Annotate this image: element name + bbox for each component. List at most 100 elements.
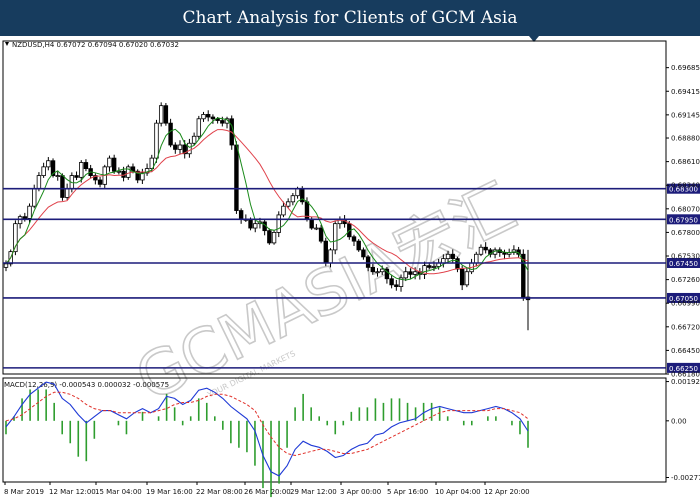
- candle-body: [445, 253, 451, 260]
- candle-body: [267, 230, 272, 244]
- candle-body: [191, 135, 197, 144]
- candle-body: [474, 253, 479, 264]
- candle-body: [285, 201, 291, 207]
- candle-body: [111, 157, 117, 172]
- candle-body: [248, 218, 253, 229]
- candle-body: [431, 266, 437, 268]
- candle-body: [403, 271, 408, 279]
- price-tick-label: 0.67260: [671, 276, 700, 284]
- candle-body: [154, 122, 159, 159]
- time-tick-label: 15 Mar 04:00: [95, 488, 142, 496]
- candle-body: [238, 210, 244, 220]
- macd-tick-label: -0.002779: [671, 474, 700, 482]
- candle-body: [97, 179, 103, 185]
- candle-body: [351, 236, 357, 242]
- candle-body: [450, 253, 455, 260]
- macd-signal-line: [5, 391, 529, 457]
- candle-body: [295, 188, 300, 197]
- candle-body: [177, 144, 183, 150]
- time-tick-label: 10 Apr 04:00: [435, 488, 481, 496]
- time-tick-label: 12 Mar 12:00: [49, 488, 96, 496]
- price-tick-label: 0.66990: [671, 300, 700, 308]
- candle-body: [27, 205, 32, 219]
- candle-body: [32, 188, 37, 207]
- candle-body: [281, 205, 286, 216]
- watermark-main: GCMASIA宏汇: [125, 170, 527, 416]
- candle-body: [276, 214, 281, 233]
- candle-body: [380, 268, 385, 273]
- symbol-header: NZDUSD,H4 0.67072 0.67094 0.67020 0.6703…: [12, 41, 179, 49]
- candle-body: [408, 271, 413, 275]
- candle-body: [55, 175, 60, 177]
- candle-body: [478, 246, 484, 255]
- candle-body: [206, 114, 211, 118]
- time-tick-label: 3 Apr 00:00: [340, 488, 381, 496]
- candle-body: [41, 166, 46, 176]
- candle-body: [83, 162, 89, 170]
- candle-body: [3, 263, 9, 268]
- time-tick-label: 12 Apr 20:00: [484, 488, 530, 496]
- candle-body: [234, 144, 239, 211]
- candle-body: [361, 249, 366, 258]
- candle-body: [314, 227, 319, 230]
- macd-line: [5, 381, 529, 477]
- candle-body: [389, 278, 394, 286]
- level-price-label: 0.67450: [669, 260, 698, 268]
- candle-body: [74, 175, 79, 178]
- level-price-label: 0.67950: [669, 216, 698, 224]
- candle-body: [168, 122, 173, 146]
- candle-body: [163, 105, 169, 124]
- candle-body: [36, 175, 42, 190]
- candle-body: [60, 175, 65, 198]
- candle-body: [328, 249, 333, 264]
- macd-label: MACD(12,26,9) -0.000543 0.000032 -0.0005…: [4, 381, 169, 389]
- candle-body: [375, 271, 380, 274]
- candle-body: [309, 218, 314, 229]
- candle-body: [370, 266, 376, 273]
- price-tick-label: 0.68610: [671, 158, 700, 166]
- candle-body: [158, 105, 164, 124]
- time-tick-label: 8 Mar 2019: [4, 488, 44, 496]
- candle-body: [253, 223, 258, 229]
- time-tick-label: 22 Mar 08:00: [196, 488, 243, 496]
- candle-body: [271, 232, 277, 244]
- candle-body: [187, 142, 192, 155]
- dropdown-arrow-icon[interactable]: [5, 42, 9, 46]
- macd-tick-label: 0.001925: [671, 378, 700, 386]
- price-tick-label: 0.68340: [671, 182, 700, 190]
- candle-body: [365, 256, 371, 268]
- watermark: GCMASIA宏汇 YOUR DIGITAL MARKETS: [124, 169, 527, 417]
- candle-body: [196, 118, 202, 137]
- candle-body: [220, 120, 225, 124]
- macd-tick-label: 0.00: [671, 417, 687, 425]
- candle-body: [459, 268, 465, 286]
- candle-body: [107, 157, 112, 168]
- price-tick-label: 0.69145: [671, 111, 700, 119]
- candle-body: [79, 162, 84, 178]
- price-tick-label: 0.67800: [671, 229, 700, 237]
- time-tick-label: 29 Mar 12:00: [290, 488, 337, 496]
- time-axis: 8 Mar 2019 12 Mar 12:00 15 Mar 04:00 19 Mar…: [4, 482, 530, 496]
- price-tick-label: 0.68070: [671, 205, 700, 213]
- candle-body: [22, 216, 28, 219]
- price-tick-label: 0.68880: [671, 135, 700, 143]
- candle-body: [64, 188, 70, 198]
- candle-body: [483, 246, 488, 251]
- candle-body: [323, 240, 328, 264]
- candle-body: [427, 265, 432, 268]
- time-tick-label: 19 Mar 16:00: [146, 488, 193, 496]
- candle-body: [46, 160, 51, 168]
- candle-body: [290, 195, 296, 203]
- price-tick-label: 0.69415: [671, 88, 700, 96]
- price-tick-label: 0.66720: [671, 323, 700, 331]
- candle-body: [210, 116, 216, 120]
- candle-body: [332, 223, 338, 251]
- price-tick-label: 0.69685: [671, 64, 700, 72]
- time-tick-label: 5 Apr 16:00: [387, 488, 428, 496]
- price-tick-label: 0.67530: [671, 253, 700, 261]
- candle-body: [201, 114, 206, 120]
- candle-body: [318, 227, 324, 242]
- candle-body: [464, 271, 470, 286]
- chart-canvas: GCMASIA宏汇 YOUR DIGITAL MARKETS NZDUSD,H4…: [2, 40, 700, 498]
- price-tick-label: 0.66450: [671, 347, 700, 355]
